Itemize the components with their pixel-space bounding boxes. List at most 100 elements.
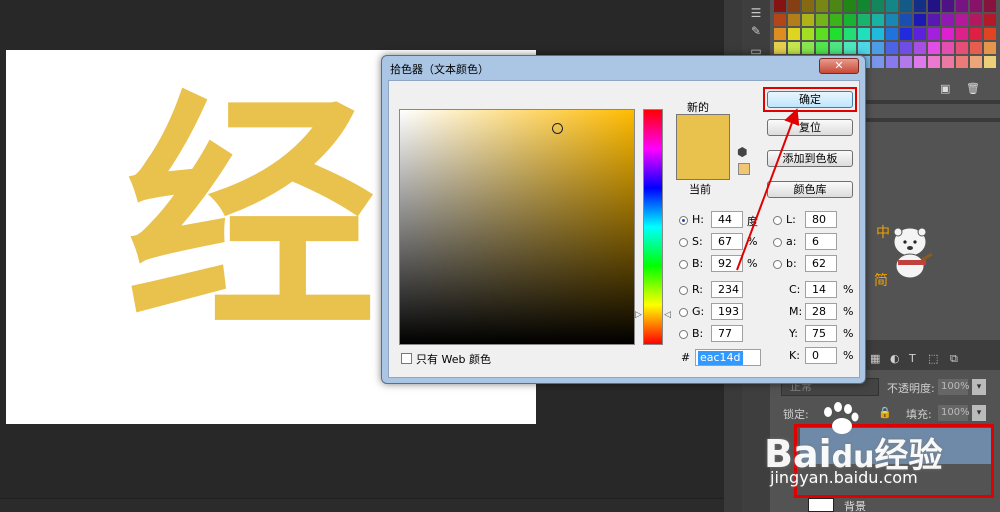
swatch-cell[interactable] bbox=[970, 14, 982, 26]
swatch-cell[interactable] bbox=[816, 28, 828, 40]
swatch-cell[interactable] bbox=[942, 28, 954, 40]
swatch-cell[interactable] bbox=[942, 56, 954, 68]
h-input[interactable]: 44 bbox=[711, 211, 743, 228]
hex-input[interactable]: eac14d bbox=[695, 349, 761, 366]
swatch-cell[interactable] bbox=[984, 42, 996, 54]
fill-input[interactable]: 100% bbox=[938, 405, 970, 421]
swatch-cell[interactable] bbox=[886, 0, 898, 12]
swatch-cell[interactable] bbox=[830, 0, 842, 12]
swatch-cell[interactable] bbox=[956, 56, 968, 68]
swatch-cell[interactable] bbox=[928, 0, 940, 12]
swatch-cell[interactable] bbox=[970, 0, 982, 12]
swatch-cell[interactable] bbox=[872, 56, 884, 68]
brush-icon[interactable]: ✎ bbox=[748, 24, 764, 38]
lock-icon[interactable]: 🔒 bbox=[878, 406, 892, 419]
swatch-cell[interactable] bbox=[816, 42, 828, 54]
s-radio[interactable] bbox=[679, 238, 688, 247]
fill-dropdown-icon[interactable]: ▾ bbox=[972, 405, 986, 421]
swatch-cell[interactable] bbox=[900, 0, 912, 12]
swatch-cell[interactable] bbox=[914, 56, 926, 68]
swatch-cell[interactable] bbox=[942, 14, 954, 26]
swatch-cell[interactable] bbox=[802, 0, 814, 12]
swatch-cell[interactable] bbox=[984, 28, 996, 40]
b-input[interactable]: 92 bbox=[711, 255, 743, 272]
swatch-cell[interactable] bbox=[956, 42, 968, 54]
opacity-input[interactable]: 100% bbox=[938, 379, 970, 395]
web-safe-swatch[interactable] bbox=[738, 163, 750, 175]
smart-filter-icon[interactable]: ⧉ bbox=[950, 352, 958, 366]
swatch-cell[interactable] bbox=[900, 42, 912, 54]
swatch-cell[interactable] bbox=[984, 56, 996, 68]
swatch-cell[interactable] bbox=[886, 14, 898, 26]
close-button[interactable]: ✕ bbox=[819, 58, 859, 74]
blue-radio[interactable] bbox=[679, 330, 688, 339]
swatch-cell[interactable] bbox=[928, 42, 940, 54]
swatch-cell[interactable] bbox=[886, 28, 898, 40]
lab-b-input[interactable]: 62 bbox=[805, 255, 837, 272]
swatch-cell[interactable] bbox=[774, 28, 786, 40]
swatch-cell[interactable] bbox=[830, 14, 842, 26]
layer-filter-icon[interactable]: ▦ bbox=[870, 352, 880, 365]
swatch-cell[interactable] bbox=[984, 14, 996, 26]
swatch-cell[interactable] bbox=[900, 28, 912, 40]
a-radio[interactable] bbox=[773, 238, 782, 247]
swatch-cell[interactable] bbox=[886, 56, 898, 68]
swatch-cell[interactable] bbox=[970, 56, 982, 68]
s-input[interactable]: 67 bbox=[711, 233, 743, 250]
canvas-text-glyph[interactable]: 经 bbox=[126, 90, 376, 340]
swatch-cell[interactable] bbox=[984, 0, 996, 12]
m-input[interactable]: 28 bbox=[805, 303, 837, 320]
swatch-cell[interactable] bbox=[900, 14, 912, 26]
swatch-cell[interactable] bbox=[872, 0, 884, 12]
swatch-cell[interactable] bbox=[956, 14, 968, 26]
swatch-cell[interactable] bbox=[844, 42, 856, 54]
h-radio[interactable] bbox=[679, 216, 688, 225]
swatch-cell[interactable] bbox=[914, 28, 926, 40]
swatch-cell[interactable] bbox=[956, 0, 968, 12]
g-input[interactable]: 193 bbox=[711, 303, 743, 320]
swatch-cell[interactable] bbox=[788, 14, 800, 26]
swatch-cell[interactable] bbox=[942, 42, 954, 54]
k-input[interactable]: 0 bbox=[805, 347, 837, 364]
b-radio[interactable] bbox=[679, 260, 688, 269]
shape-filter-icon[interactable]: ⬚ bbox=[928, 352, 938, 365]
blue-input[interactable]: 77 bbox=[711, 325, 743, 342]
swatch-cell[interactable] bbox=[788, 0, 800, 12]
color-cursor[interactable] bbox=[552, 122, 564, 134]
background-layer-row[interactable]: 背景 bbox=[780, 498, 1000, 512]
swatch-cell[interactable] bbox=[802, 14, 814, 26]
hue-slider[interactable] bbox=[643, 109, 663, 345]
g-radio[interactable] bbox=[679, 308, 688, 317]
add-to-swatches-button[interactable]: 添加到色板 bbox=[767, 150, 853, 167]
swatch-cell[interactable] bbox=[774, 42, 786, 54]
swatch-cell[interactable] bbox=[774, 0, 786, 12]
swatch-cell[interactable] bbox=[816, 14, 828, 26]
swatch-cell[interactable] bbox=[844, 28, 856, 40]
swatch-cell[interactable] bbox=[844, 14, 856, 26]
swatch-cell[interactable] bbox=[956, 28, 968, 40]
current-color-swatch[interactable] bbox=[676, 148, 730, 180]
swatch-cell[interactable] bbox=[928, 56, 940, 68]
swatch-cell[interactable] bbox=[872, 28, 884, 40]
r-radio[interactable] bbox=[679, 286, 688, 295]
swatch-cell[interactable] bbox=[788, 28, 800, 40]
swatch-cell[interactable] bbox=[858, 28, 870, 40]
hue-slider-left-arrow-icon[interactable]: ▷ bbox=[635, 310, 642, 320]
swatch-cell[interactable] bbox=[886, 42, 898, 54]
color-libraries-button[interactable]: 颜色库 bbox=[767, 181, 853, 198]
swatch-cell[interactable] bbox=[830, 28, 842, 40]
swatch-cell[interactable] bbox=[914, 0, 926, 12]
l-input[interactable]: 80 bbox=[805, 211, 837, 228]
swatch-cell[interactable] bbox=[788, 42, 800, 54]
l-radio[interactable] bbox=[773, 216, 782, 225]
web-safe-cube-icon[interactable]: ⬢ bbox=[737, 145, 747, 159]
saturation-brightness-field[interactable] bbox=[399, 109, 635, 345]
c-input[interactable]: 14 bbox=[805, 281, 837, 298]
swatch-cell[interactable] bbox=[970, 28, 982, 40]
swatch-cell[interactable] bbox=[830, 42, 842, 54]
swatch-cell[interactable] bbox=[872, 14, 884, 26]
swatch-cell[interactable] bbox=[844, 0, 856, 12]
swatch-cell[interactable] bbox=[928, 14, 940, 26]
opacity-dropdown-icon[interactable]: ▾ bbox=[972, 379, 986, 395]
swatch-cell[interactable] bbox=[802, 42, 814, 54]
